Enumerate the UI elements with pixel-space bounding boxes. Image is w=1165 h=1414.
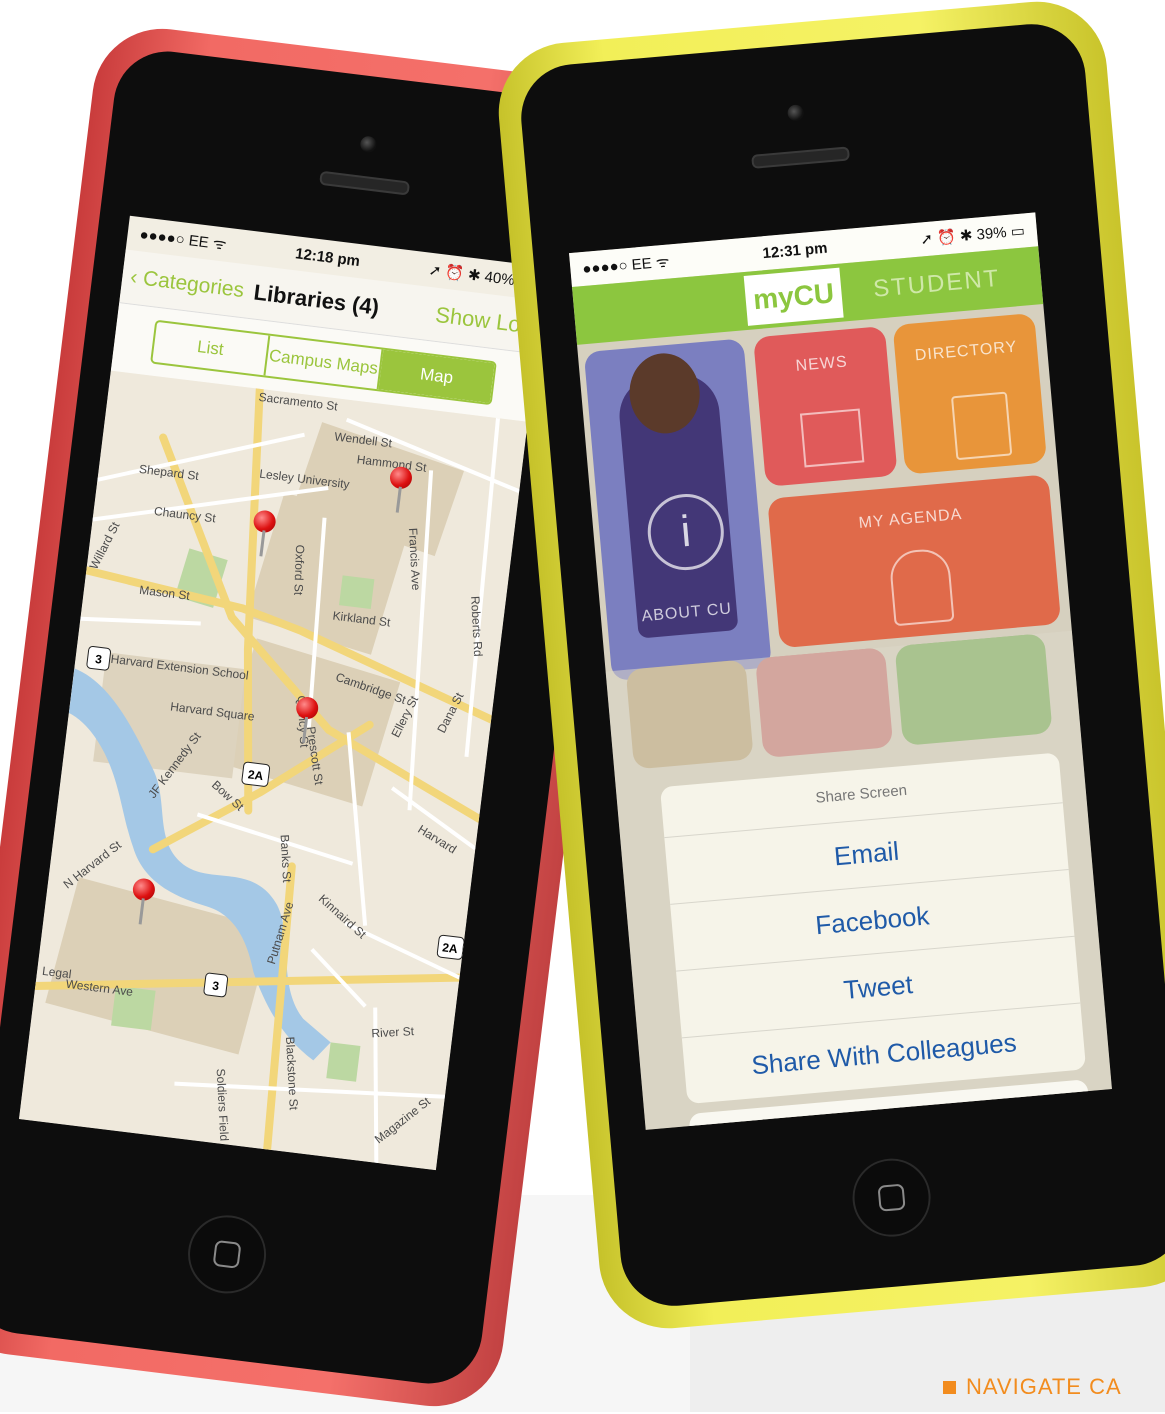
segment-campus-maps[interactable]: Campus Maps (265, 335, 384, 390)
map-pin[interactable] (249, 509, 280, 558)
route-shield-2a: 2A (247, 767, 264, 783)
page-title: Libraries (4) (252, 279, 381, 320)
tile-about[interactable]: i ABOUT CU (583, 338, 772, 682)
app-screen: ●●●●○ EE ᯤ 12:31 pm ➚ ⏰ ✱ 39% ▭ myCU STU… (569, 212, 1112, 1130)
carrier-signal: ●●●●○ EE ᯤ (138, 226, 228, 254)
battery-status: ➚ ⏰ ✱ 39% ▭ (919, 222, 1026, 249)
share-sheet: Share Screen Email Facebook Tweet Share … (659, 752, 1093, 1130)
map-label-oxford: Oxford St (291, 544, 307, 596)
tile-directory[interactable]: DIRECTORY (892, 312, 1048, 475)
caption-bullet (943, 1381, 956, 1394)
status-time: 12:31 pm (761, 239, 829, 262)
address-book-icon (950, 391, 1013, 461)
caption: NAVIGATE CA (943, 1374, 1122, 1400)
yellow-phone: ●●●●○ EE ᯤ 12:31 pm ➚ ⏰ ✱ 39% ▭ myCU STU… (492, 0, 1165, 1335)
tile-news-label: NEWS (795, 353, 849, 375)
newspaper-icon (799, 408, 865, 468)
map-label-river: River St (371, 1024, 415, 1040)
caption-text: NAVIGATE CA (966, 1374, 1122, 1399)
tile-agenda[interactable]: MY AGENDA (767, 474, 1062, 649)
header-student[interactable]: STUDENT (871, 250, 1003, 319)
segment-list[interactable]: List (152, 321, 271, 376)
tile-directory-label: DIRECTORY (914, 338, 1018, 365)
segment-map[interactable]: Map (378, 349, 495, 404)
carrier-signal: ●●●●○ EE ᯤ (581, 253, 671, 279)
tile-news[interactable]: NEWS (753, 325, 898, 487)
back-button[interactable]: ‹ Categories (129, 265, 245, 303)
tile-agenda-label: MY AGENDA (858, 505, 963, 532)
share-options-group: Share Screen Email Facebook Tweet Share … (659, 752, 1087, 1105)
status-time: 12:18 pm (294, 244, 361, 270)
person-icon (888, 547, 955, 627)
route-shield-2a-b: 2A (442, 940, 459, 956)
map-pin[interactable] (386, 465, 417, 515)
map-label-banks: Banks St (278, 834, 295, 883)
map-pin[interactable] (292, 695, 323, 745)
map-pin[interactable] (129, 877, 160, 926)
back-label: Categories (141, 266, 246, 302)
mycu-logo[interactable]: myCU (743, 267, 844, 326)
